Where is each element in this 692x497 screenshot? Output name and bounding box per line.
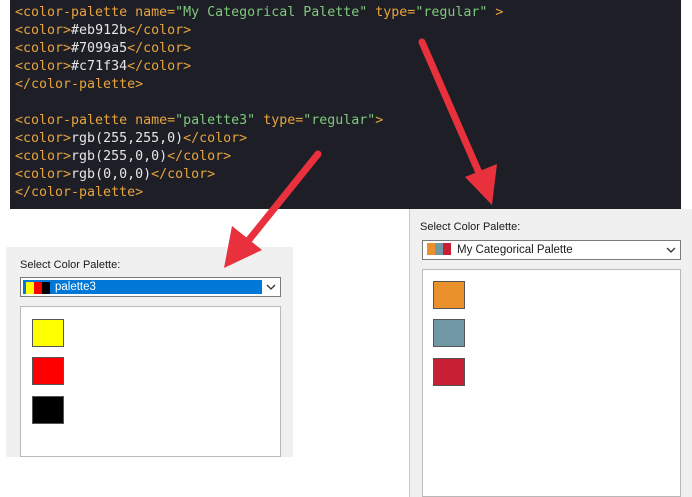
code-text: rgb(0,0,0) [71, 167, 152, 182]
code-tag: </color> [167, 149, 232, 164]
code-line-color: <color>#7099a5</color> [15, 40, 191, 58]
code-tag: <color-palette [15, 5, 128, 20]
code-tag: <color> [15, 41, 72, 56]
palette-dropdown[interactable]: palette3 [20, 277, 281, 297]
color-swatch-black[interactable] [32, 396, 64, 424]
code-line-color: <color>#eb912b</color> [15, 22, 191, 40]
code-tag: > [375, 113, 384, 128]
dropdown-value: My Categorical Palette [457, 244, 573, 256]
chevron-down-icon[interactable] [266, 282, 276, 292]
code-tag: </color> [127, 59, 192, 74]
code-string: "regular" [415, 5, 488, 20]
select-palette-label: Select Color Palette: [420, 221, 521, 233]
right-palette-panel: Select Color Palette: My Categorical Pal… [409, 209, 692, 497]
code-line-palette-close-2: </color-palette> [15, 184, 143, 202]
code-line-palette-open-2: <color-palette name="palette3" type="reg… [15, 112, 383, 130]
code-text: #7099a5 [71, 41, 128, 56]
code-tag: <color> [15, 131, 72, 146]
code-tag: <color> [15, 149, 72, 164]
code-text: #c71f34 [71, 59, 128, 74]
code-tag: <color-palette [15, 113, 128, 128]
left-palette-panel: Select Color Palette: palette3 [6, 247, 293, 457]
code-tag: </color> [127, 23, 192, 38]
code-tag: <color> [15, 59, 72, 74]
code-attr: name= [135, 113, 176, 128]
code-tag: </color> [127, 41, 192, 56]
dropdown-selected-item: palette3 [23, 280, 262, 294]
code-tag: </color-palette> [15, 77, 144, 92]
palette-swatch-list [422, 269, 681, 497]
code-line-palette-close-1: </color-palette> [15, 76, 143, 94]
palette-dropdown[interactable]: My Categorical Palette [422, 240, 681, 260]
color-swatch-yellow[interactable] [32, 319, 64, 347]
select-palette-label: Select Color Palette: [20, 259, 121, 271]
code-attr: type= [375, 5, 416, 20]
code-tag: </color-palette> [15, 185, 144, 200]
code-line-color: <color>rgb(255,0,0)</color> [15, 148, 231, 166]
chevron-down-icon[interactable] [666, 245, 676, 255]
code-tag: <color> [15, 167, 72, 182]
mini-swatch-slate [435, 243, 443, 255]
palette-swatch-list [20, 306, 281, 457]
mini-swatch-crimson [443, 243, 451, 255]
code-attr: name= [135, 5, 176, 20]
code-attr: type= [263, 113, 304, 128]
code-line-color: <color>rgb(0,0,0)</color> [15, 166, 215, 184]
mini-swatch-red [34, 282, 42, 294]
color-swatch-red[interactable] [32, 357, 64, 385]
code-text: rgb(255,0,0) [71, 149, 168, 164]
code-string: "palette3" [175, 113, 256, 128]
color-swatch-crimson[interactable] [433, 358, 465, 386]
mini-swatch-orange [427, 243, 435, 255]
code-tag: > [487, 5, 504, 20]
code-text: #eb912b [71, 23, 128, 38]
code-tag: <color> [15, 23, 72, 38]
code-tag: </color> [151, 167, 216, 182]
code-line-palette-open-1: <color-palette name="My Categorical Pale… [15, 4, 503, 22]
code-string: "My Categorical Palette" [175, 5, 368, 20]
mini-swatch-black [42, 282, 50, 294]
dropdown-value: palette3 [55, 281, 96, 293]
color-swatch-orange[interactable] [433, 281, 465, 309]
code-line-color: <color>#c71f34</color> [15, 58, 191, 76]
code-text: rgb(255,255,0) [71, 131, 184, 146]
code-line-color: <color>rgb(255,255,0)</color> [15, 130, 247, 148]
code-tag: </color> [183, 131, 248, 146]
mini-swatch-yellow [26, 282, 34, 294]
color-swatch-slate[interactable] [433, 319, 465, 347]
xml-code-panel: <color-palette name="My Categorical Pale… [10, 0, 681, 209]
code-string: "regular" [303, 113, 376, 128]
